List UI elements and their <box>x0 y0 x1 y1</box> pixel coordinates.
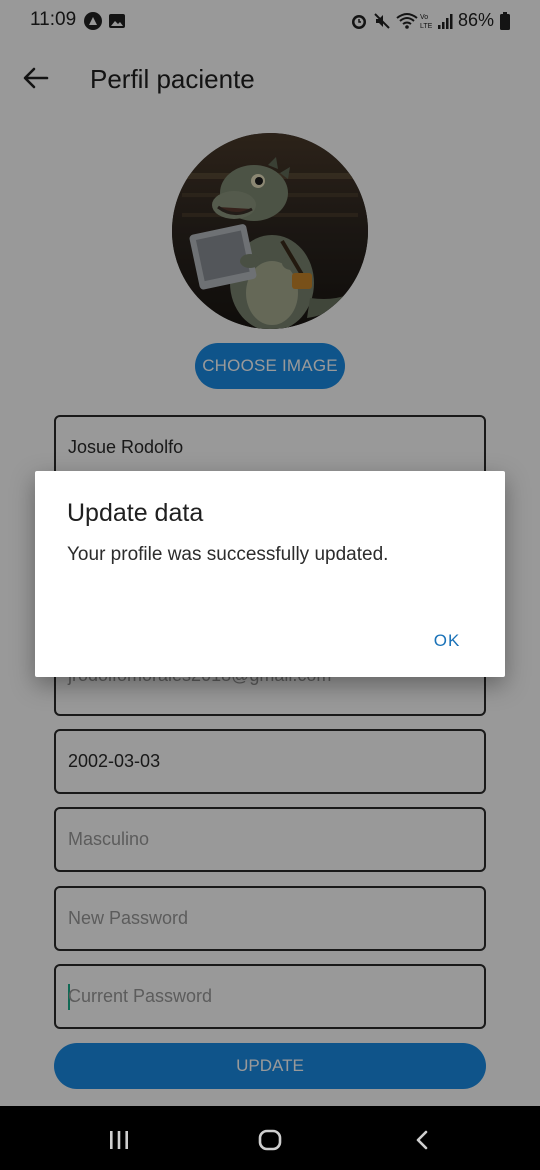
dialog-title: Update data <box>67 499 204 527</box>
update-dialog: Update data Your profile was successfull… <box>35 471 505 677</box>
home-icon <box>258 1129 282 1151</box>
home-button[interactable] <box>252 1122 288 1158</box>
recents-icon <box>110 1131 128 1149</box>
recents-button[interactable] <box>101 1122 137 1158</box>
nav-back-button[interactable] <box>404 1122 440 1158</box>
back-icon <box>416 1130 428 1150</box>
system-nav-bar <box>0 1106 540 1170</box>
ok-button[interactable]: OK <box>425 621 469 661</box>
dialog-message: Your profile was successfully updated. <box>67 544 389 565</box>
